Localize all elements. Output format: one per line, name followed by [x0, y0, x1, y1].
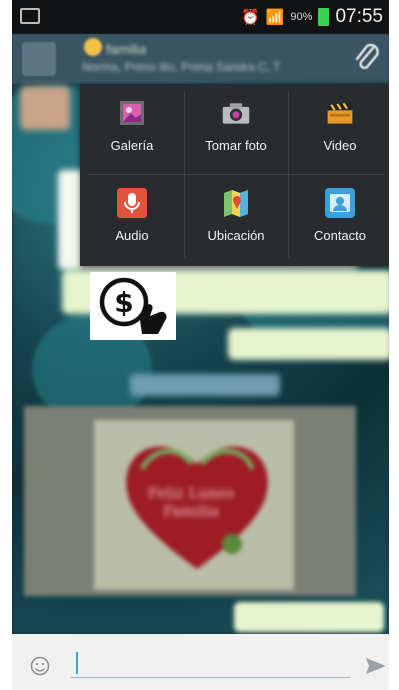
attach-camera-button[interactable]: Tomar foto: [184, 84, 288, 174]
gallery-icon: [117, 98, 147, 128]
svg-text:$: $: [114, 286, 133, 319]
text-caret: [76, 652, 78, 674]
chat-participants: Norma, Primo lito, Prima Sandra C, T: [82, 60, 281, 74]
photo-caption: Feliz Lunes Familia: [147, 484, 235, 520]
dollar-hand-icon: $: [99, 277, 167, 334]
sent-bubble: [234, 602, 384, 632]
attach-gallery-button[interactable]: Galería: [80, 84, 184, 174]
video-clapper-icon: [325, 98, 355, 128]
phone-screen: ⏰ 📶 90% 07:55 familia Norma, Primo lito,…: [12, 0, 389, 690]
paperclip-icon[interactable]: [353, 42, 381, 74]
group-avatar[interactable]: [22, 42, 56, 76]
battery-icon: [318, 8, 330, 26]
microphone-icon: [117, 188, 147, 218]
attach-contact-button[interactable]: Contacto: [288, 174, 389, 264]
dollar-tap-overlay: $: [90, 272, 176, 340]
status-icons: ⏰ 📶 90% 07:55: [241, 0, 383, 34]
chat-title: familia: [106, 41, 147, 57]
photo-message[interactable]: Feliz Lunes Familia: [24, 406, 356, 596]
send-icon[interactable]: [364, 654, 388, 678]
status-bar: ⏰ 📶 90% 07:55: [12, 0, 389, 34]
attach-camera-label: Tomar foto: [205, 138, 267, 153]
alarm-icon: ⏰: [241, 9, 260, 26]
attach-contact-label: Contacto: [313, 228, 367, 243]
attach-location-label: Ubicación: [207, 228, 265, 243]
group-emoji-icon: [84, 38, 102, 56]
attach-video-button[interactable]: Video: [288, 84, 389, 174]
attach-location-button[interactable]: Ubicación: [184, 174, 288, 264]
message-input[interactable]: [70, 648, 350, 678]
camera-icon: [221, 98, 251, 128]
status-clock: 07:55: [335, 6, 383, 27]
attach-audio-button[interactable]: Audio: [80, 174, 184, 264]
attach-gallery-label: Galería: [110, 138, 154, 153]
attach-video-label: Video: [323, 138, 357, 153]
emoji-icon[interactable]: [30, 656, 50, 676]
contact-card-icon: [325, 188, 355, 218]
attach-audio-label: Audio: [115, 228, 149, 243]
map-icon: [221, 188, 251, 218]
attach-menu: Galería Tomar foto Video Audio Ubicación: [80, 84, 389, 266]
battery-percent: 90%: [290, 11, 313, 23]
chat-header[interactable]: familia Norma, Primo lito, Prima Sandra …: [12, 34, 389, 84]
message-text[interactable]: [80, 651, 344, 677]
gallery-notification-icon: [20, 8, 40, 24]
wifi-icon: 📶: [265, 9, 285, 26]
